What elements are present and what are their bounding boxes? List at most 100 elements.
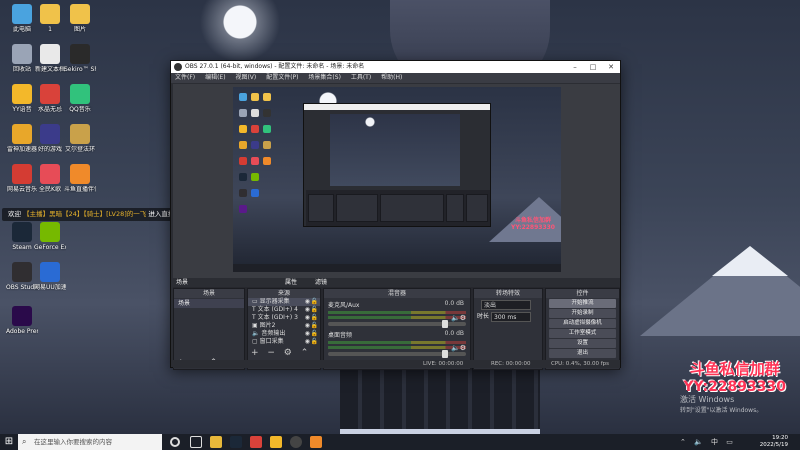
visibility-eye-icon[interactable]: ◉ bbox=[305, 330, 310, 338]
close-icon[interactable]: ✕ bbox=[602, 61, 620, 73]
netease-music-icon bbox=[12, 164, 32, 184]
cortana-icon[interactable] bbox=[170, 437, 180, 447]
app-crystal-icon[interactable]: 水晶无忌 bbox=[34, 84, 66, 113]
studio-mode-button[interactable]: 工作室模式 bbox=[549, 329, 616, 338]
mixer-dock-title: 混音器 bbox=[324, 289, 470, 298]
start-streaming-button[interactable]: 开始推流 bbox=[549, 299, 616, 308]
steam-taskbar-icon[interactable] bbox=[230, 436, 242, 448]
obs-preview[interactable]: 斗鱼私信加群 YY:22893330 bbox=[233, 87, 561, 272]
adobe-premiere-icon[interactable]: Adobe Premie... bbox=[6, 306, 38, 335]
quanmin-k-icon[interactable]: 全民K歌 bbox=[34, 164, 66, 193]
source-item[interactable]: 🔈 音频输出 ◉ 🔓 bbox=[248, 330, 320, 338]
mixer-channel-mic: 麦克风/Aux 0.0 dB 🔈⚙ bbox=[324, 298, 470, 328]
menu-profile[interactable]: 配置文件(P) bbox=[266, 74, 298, 81]
visibility-eye-icon[interactable]: ◉ bbox=[305, 322, 310, 330]
source-item[interactable]: T 文本 (GDI+) 3 ◉ 🔓 bbox=[248, 314, 320, 322]
source-item[interactable]: ▢ 窗口采集 ◉ 🔓 bbox=[248, 338, 320, 346]
start-virtual-camera-button[interactable]: 启动虚拟摄像机 bbox=[549, 319, 616, 328]
menu-tools[interactable]: 工具(T) bbox=[351, 74, 371, 81]
elden-ring-icon[interactable]: 艾尔登法环 bbox=[64, 124, 96, 153]
file-explorer-icon[interactable] bbox=[210, 436, 222, 448]
source-item[interactable]: ▣ 图片2 ◉ 🔓 bbox=[248, 322, 320, 330]
transition-type-select[interactable]: 淡出 bbox=[481, 300, 531, 310]
properties-button[interactable]: 属性 bbox=[285, 278, 297, 287]
duration-input[interactable]: 300 ms bbox=[491, 312, 531, 322]
qq-music-icon[interactable]: QQ音乐 bbox=[64, 84, 96, 113]
promo-overlay: 斗鱼私信加群 YY:22893330 bbox=[683, 358, 786, 395]
app-taskbar-icon[interactable] bbox=[250, 436, 262, 448]
obs-status-bar: LIVE: 00:00:00 REC: 00:00:00 CPU: 0.4%, … bbox=[173, 360, 620, 368]
maximize-icon[interactable]: □ bbox=[584, 61, 602, 73]
exit-button[interactable]: 退出 bbox=[549, 349, 616, 358]
system-tray[interactable]: ⌃ 🔈 中 ▭ bbox=[680, 437, 736, 447]
sekiro-game-icon[interactable]: Sekiro™ Shadows... bbox=[64, 44, 96, 73]
menu-file[interactable]: 文件(F) bbox=[175, 74, 195, 81]
scenes-dock-title: 场景 bbox=[174, 289, 244, 298]
visibility-eye-icon[interactable]: ◉ bbox=[305, 314, 310, 322]
lock-icon[interactable]: 🔓 bbox=[311, 338, 318, 346]
taskbar-search-input[interactable]: ⌕ 在这里输入你要搜索的内容 bbox=[18, 434, 162, 450]
promo-line-1: 斗鱼私信加群 bbox=[689, 360, 780, 378]
menu-edit[interactable]: 编辑(E) bbox=[205, 74, 225, 81]
settings-button[interactable]: 设置 bbox=[549, 339, 616, 348]
current-scene-label: 场景 bbox=[176, 279, 189, 286]
lock-icon[interactable]: 🔓 bbox=[311, 314, 318, 322]
windows-start-icon[interactable]: ⊞ bbox=[0, 434, 18, 450]
visibility-eye-icon[interactable]: ◉ bbox=[305, 298, 310, 306]
speaker-icon[interactable]: 🔈⚙ bbox=[451, 314, 466, 322]
douyu-taskbar-icon[interactable] bbox=[310, 436, 322, 448]
douyu-icon[interactable]: 斗鱼直播伴侣 bbox=[64, 164, 96, 193]
scenes-dock: 场景 场景 + − ⌃ ⌄ bbox=[173, 288, 245, 370]
filters-button[interactable]: 滤镜 bbox=[315, 278, 327, 287]
mic-volume-slider[interactable] bbox=[328, 320, 466, 328]
douyu-icon bbox=[70, 164, 90, 184]
obs-window[interactable]: OBS 27.0.1 (64-bit, windows) - 配置文件: 未命名… bbox=[170, 60, 621, 370]
lock-icon[interactable]: 🔓 bbox=[311, 306, 318, 314]
cpu-status: CPU: 0.4%, 30.00 fps bbox=[551, 361, 610, 367]
lock-icon[interactable]: 🔓 bbox=[311, 298, 318, 306]
transitions-dock-title: 转场特效 bbox=[474, 289, 542, 298]
controls-dock-title: 控件 bbox=[546, 289, 619, 298]
preview-taskbar bbox=[233, 264, 561, 272]
folder-1-icon bbox=[40, 4, 60, 24]
obs-docks: 场景 属性 滤镜 场景 场景 + − ⌃ ⌄ 来源 ▭ 显示器采集◉🔓T 文本 … bbox=[173, 278, 620, 370]
folder-1-icon[interactable]: 1 bbox=[34, 4, 66, 33]
lock-icon[interactable]: 🔓 bbox=[311, 322, 318, 330]
mixer-dock: 混音器 麦克风/Aux 0.0 dB 🔈⚙ 桌面音频 0.0 dB 🔈⚙ bbox=[323, 288, 471, 370]
lock-icon[interactable]: 🔓 bbox=[311, 330, 318, 338]
new-text-file-icon[interactable]: 新建文本档 bbox=[34, 44, 66, 73]
scene-item[interactable]: 场景 bbox=[174, 299, 244, 308]
visibility-eye-icon[interactable]: ◉ bbox=[305, 338, 310, 346]
menu-help[interactable]: 帮助(H) bbox=[381, 74, 402, 81]
source-label: ▭ 显示器采集 bbox=[252, 298, 290, 305]
desktop-volume-slider[interactable] bbox=[328, 350, 466, 358]
preview-desktop-icons bbox=[233, 87, 293, 257]
windows-activation-watermark: 激活 Windows 转到"设置"以激活 Windows。 bbox=[680, 395, 763, 414]
game-app-icon[interactable]: 好的游戏 bbox=[34, 124, 66, 153]
desktop-icon-label: Adobe Premie... bbox=[6, 328, 38, 335]
uu-accelerator-icon[interactable]: 网易UU加速 bbox=[34, 262, 66, 291]
source-item[interactable]: ▭ 显示器采集 ◉ 🔓 bbox=[248, 298, 320, 306]
source-item[interactable]: T 文本 (GDI+) 4 ◉ 🔓 bbox=[248, 306, 320, 314]
minimize-icon[interactable]: – bbox=[566, 61, 584, 73]
duration-label: 时长 bbox=[477, 313, 490, 320]
source-label: ▣ 图片2 bbox=[252, 322, 276, 329]
geforce-icon[interactable]: GeForce Experience bbox=[34, 222, 66, 251]
source-label: T 文本 (GDI+) 4 bbox=[252, 306, 298, 313]
yy-taskbar-icon[interactable] bbox=[270, 436, 282, 448]
folder-pictures-icon[interactable]: 图片 bbox=[64, 4, 96, 33]
obs-title-bar[interactable]: OBS 27.0.1 (64-bit, windows) - 配置文件: 未命名… bbox=[171, 61, 620, 73]
transition-duration-row: 时长 300 ms bbox=[477, 312, 539, 322]
menu-scene-collection[interactable]: 场景集合(S) bbox=[308, 74, 341, 81]
elden-ring-icon bbox=[70, 124, 90, 144]
obs-taskbar-icon[interactable] bbox=[290, 436, 302, 448]
task-view-icon[interactable] bbox=[190, 436, 202, 448]
desktop-icon-label: 1 bbox=[48, 26, 52, 33]
menu-view[interactable]: 视图(V) bbox=[235, 74, 256, 81]
clock[interactable]: 19:20 2022/5/19 bbox=[760, 434, 788, 449]
visibility-eye-icon[interactable]: ◉ bbox=[305, 306, 310, 314]
wallpaper-mountain-snow bbox=[712, 246, 788, 276]
start-recording-button[interactable]: 开始录制 bbox=[549, 309, 616, 318]
speaker-icon[interactable]: 🔈⚙ bbox=[451, 344, 466, 352]
controls-dock: 控件 开始推流 开始录制 启动虚拟摄像机 工作室模式 设置 退出 bbox=[545, 288, 620, 370]
